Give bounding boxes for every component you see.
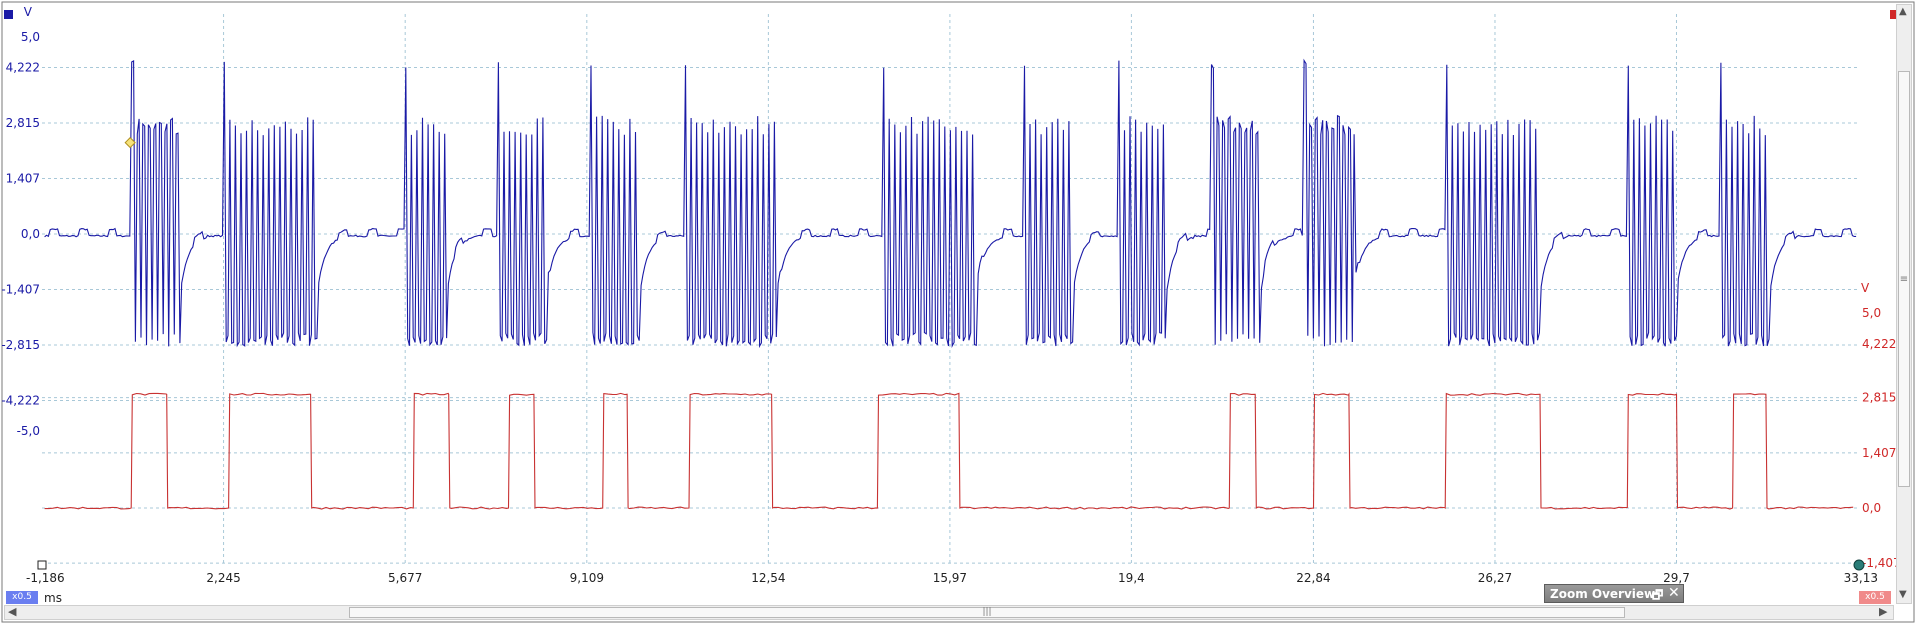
scroll-up-icon[interactable]: ▲ — [1899, 6, 1907, 17]
channel-a-marker-icon[interactable] — [4, 10, 13, 19]
y-axis-right-tick-label: -1,407 — [1862, 556, 1901, 570]
right-axis-multiplier-badge: x0.5 — [1859, 591, 1891, 604]
horizontal-scrollbar[interactable]: ◀ ||| ▶ — [4, 605, 1894, 620]
x-axis-tick-label: 9,109 — [570, 571, 604, 585]
y-axis-right-tick-label: 4,222 — [1862, 337, 1896, 351]
y-axis-left-tick-label: -4,222 — [1, 394, 40, 408]
scroll-down-icon[interactable]: ▼ — [1899, 589, 1907, 600]
ruler-end-handle[interactable] — [1853, 559, 1865, 571]
ruler-start-handle[interactable] — [37, 560, 47, 570]
x-axis-multiplier-badge: x0.5 — [6, 591, 38, 604]
x-axis-tick-label: 22,84 — [1296, 571, 1330, 585]
x-axis-tick-label: 26,27 — [1478, 571, 1512, 585]
x-axis-tick-label: 33,13 — [1844, 571, 1878, 585]
scroll-left-icon[interactable]: ◀ — [8, 605, 16, 618]
horizontal-scroll-thumb[interactable]: ||| — [349, 607, 1625, 618]
x-axis-tick-label: -1,186 — [26, 571, 65, 585]
y-axis-left-tick-label: 0,0 — [21, 227, 40, 241]
y-axis-right-tick-label: 5,0 — [1862, 306, 1881, 320]
y-axis-left-tick-label: 4,222 — [6, 60, 40, 74]
zoom-overview-panel[interactable]: Zoom Overview 🗗 ✕ — [1544, 584, 1684, 603]
y-axis-left-tick-label: 5,0 — [21, 30, 40, 44]
zoom-overview-label: Zoom Overview — [1550, 587, 1656, 601]
y-axis-left-tick-label: -5,0 — [17, 424, 40, 438]
x-axis-tick-label: 15,97 — [933, 571, 967, 585]
x-axis-unit: ms — [44, 591, 62, 605]
y-axis-right-tick-label: 0,0 — [1862, 501, 1881, 515]
y-axis-left-tick-label: 1,407 — [6, 172, 40, 186]
y-axis-left-tick-label: 2,815 — [6, 116, 40, 130]
y-axis-left-unit: V — [24, 5, 33, 19]
y-axis-right-tick-label: 1,407 — [1862, 446, 1896, 460]
x-axis-tick-label: 2,245 — [206, 571, 240, 585]
scroll-right-icon[interactable]: ▶ — [1879, 605, 1887, 618]
scope-chart: V 5,0 4,222 2,815 1,407 0,0 -1,407 -2,815 -4,222… — [0, 0, 1916, 624]
restore-icon[interactable]: 🗗 — [1652, 586, 1663, 607]
y-axis-left-tick-label: -1,407 — [1, 282, 40, 296]
y-axis-right-unit: V — [1861, 281, 1870, 295]
x-axis-tick-label: 12,54 — [751, 571, 785, 585]
x-axis-tick-label: 19,4 — [1118, 571, 1145, 585]
close-icon[interactable]: ✕ — [1668, 585, 1680, 601]
y-axis-right-tick-label: 2,815 — [1862, 391, 1896, 405]
x-axis-tick-label: 5,677 — [388, 571, 422, 585]
y-axis-left-tick-label: -2,815 — [1, 338, 40, 352]
vertical-scroll-thumb[interactable]: ≡ — [1898, 71, 1910, 487]
vertical-scrollbar[interactable]: ▲ ≡ ▼ — [1896, 4, 1912, 604]
x-axis-tick-label: 29,7 — [1663, 571, 1690, 585]
